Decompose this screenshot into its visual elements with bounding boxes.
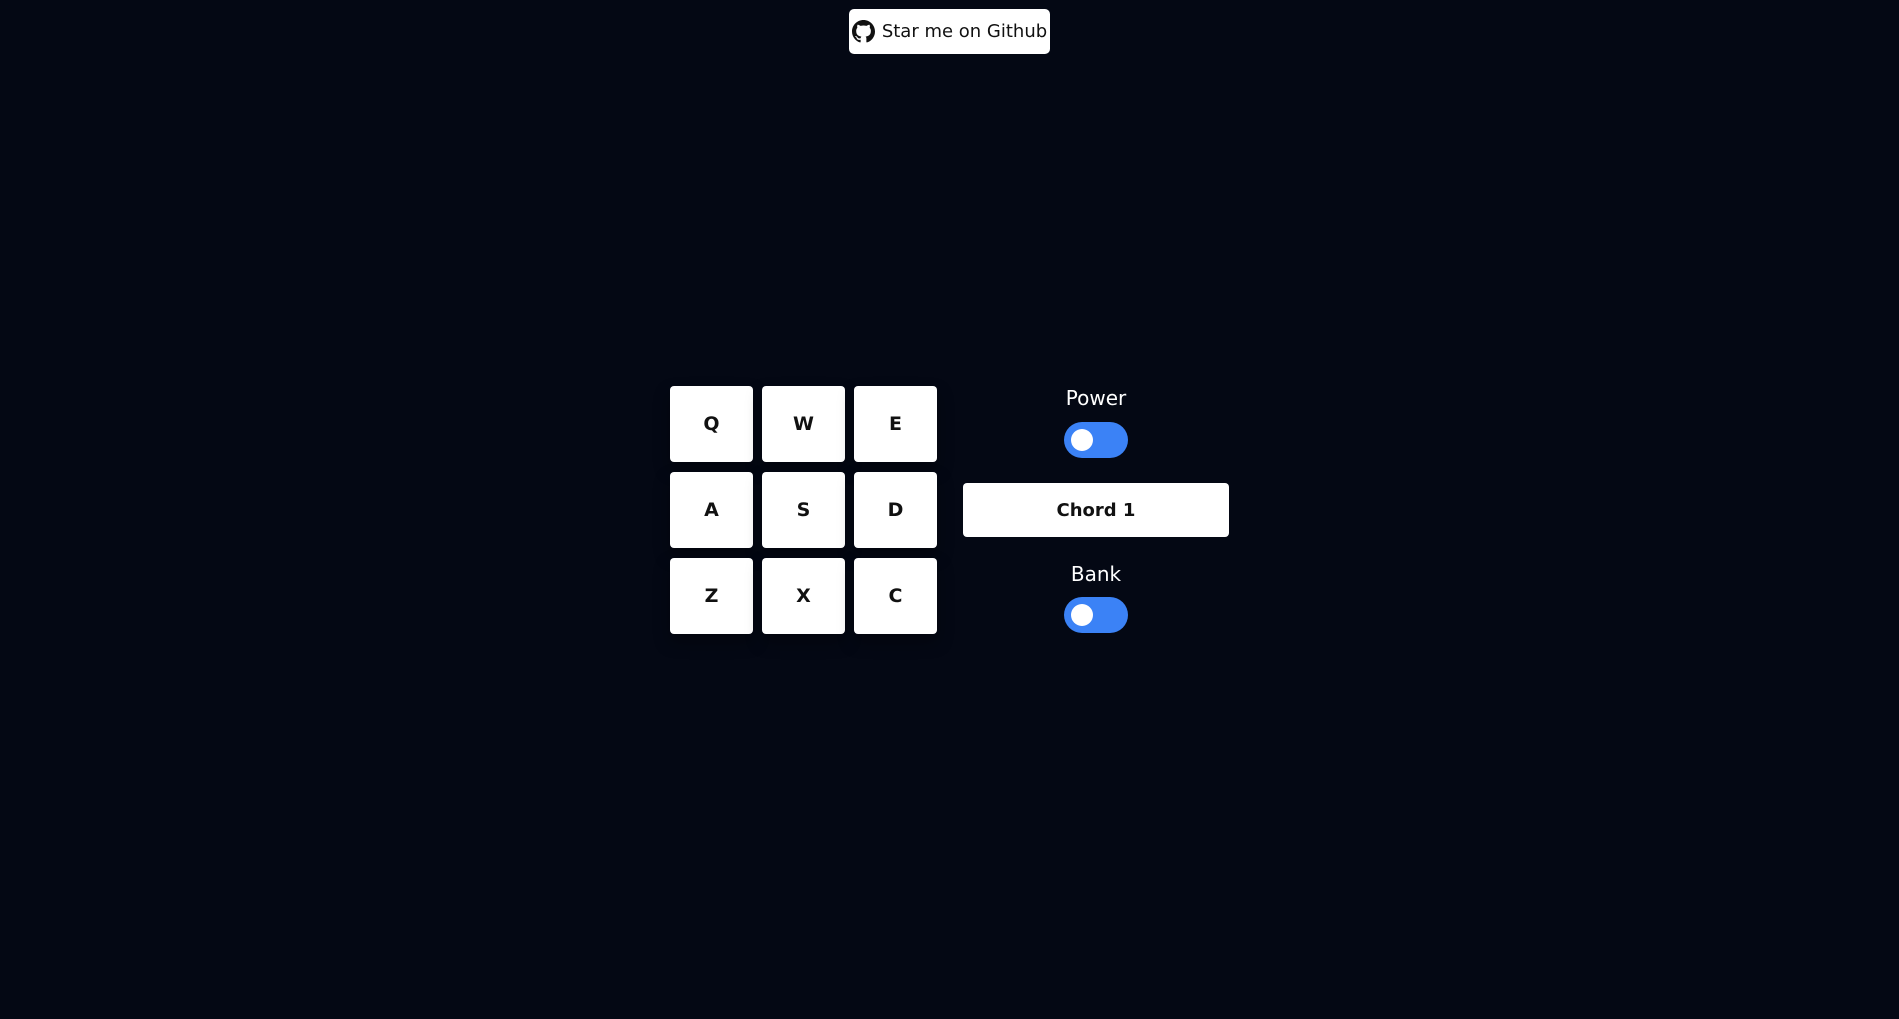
- drum-pad-q[interactable]: Q: [670, 386, 753, 462]
- drum-pad-a[interactable]: A: [670, 472, 753, 548]
- drum-pad-x[interactable]: X: [762, 558, 845, 634]
- bank-toggle-knob: [1071, 604, 1093, 626]
- controls-panel: Power Chord 1 Bank: [963, 386, 1229, 636]
- sound-display: Chord 1: [963, 483, 1229, 537]
- drum-pad-grid: Q W E A S D Z X C: [670, 386, 937, 634]
- drum-pad-w[interactable]: W: [762, 386, 845, 462]
- drum-pad-z[interactable]: Z: [670, 558, 753, 634]
- bank-label: Bank: [1070, 562, 1122, 586]
- power-label: Power: [1065, 386, 1127, 410]
- drum-pad-e[interactable]: E: [854, 386, 937, 462]
- power-toggle[interactable]: [1064, 422, 1128, 458]
- bank-toggle[interactable]: [1064, 597, 1128, 633]
- drum-machine: Q W E A S D Z X C Power Chord 1 Bank: [0, 0, 1899, 1019]
- drum-pad-c[interactable]: C: [854, 558, 937, 634]
- drum-pad-d[interactable]: D: [854, 472, 937, 548]
- drum-pad-s[interactable]: S: [762, 472, 845, 548]
- power-toggle-knob: [1071, 429, 1093, 451]
